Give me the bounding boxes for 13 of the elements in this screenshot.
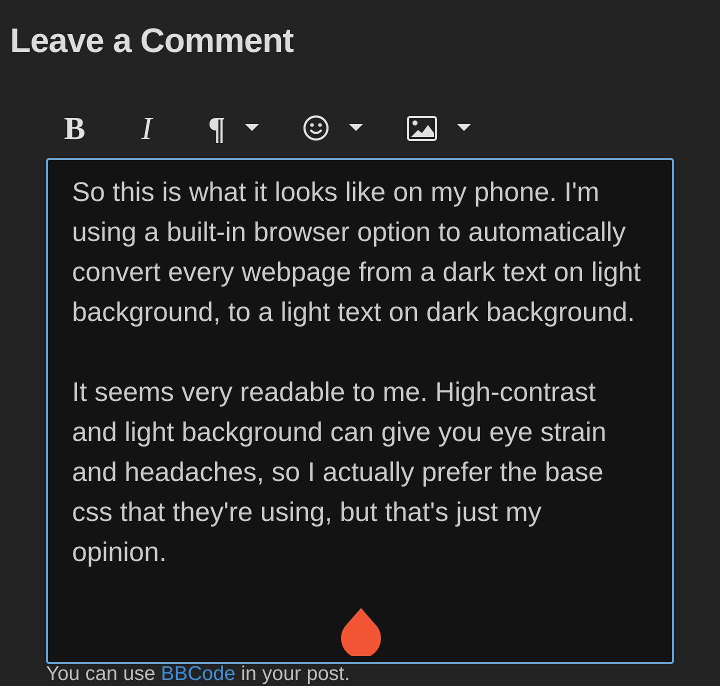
paragraph-button[interactable]: ¶ xyxy=(204,108,264,148)
caret-icon xyxy=(457,124,472,132)
cursor-handle-icon[interactable] xyxy=(341,608,381,656)
bold-button[interactable]: B xyxy=(60,108,90,148)
image-icon xyxy=(407,116,438,140)
comment-field[interactable]: So this is what it looks like on my phone. I'm using a built-in browser option to automatically convert every webpage from a dark text on light background, to a light text on dark background. It seems very readable to me. High-contrast and light background can give you eye strain and headaches, so I actually prefer the base css that they're using, but that's just my opinion. xyxy=(46,158,674,664)
page-title: Leave a Comment xyxy=(10,22,294,61)
caret-icon xyxy=(349,124,364,132)
italic-button[interactable]: I xyxy=(137,108,156,148)
smiley-icon xyxy=(303,115,330,141)
bbcode-link[interactable]: BBCode xyxy=(160,663,236,685)
bbcode-hint: You can use BBCode in your post. xyxy=(46,662,351,686)
caret-icon xyxy=(245,124,260,132)
